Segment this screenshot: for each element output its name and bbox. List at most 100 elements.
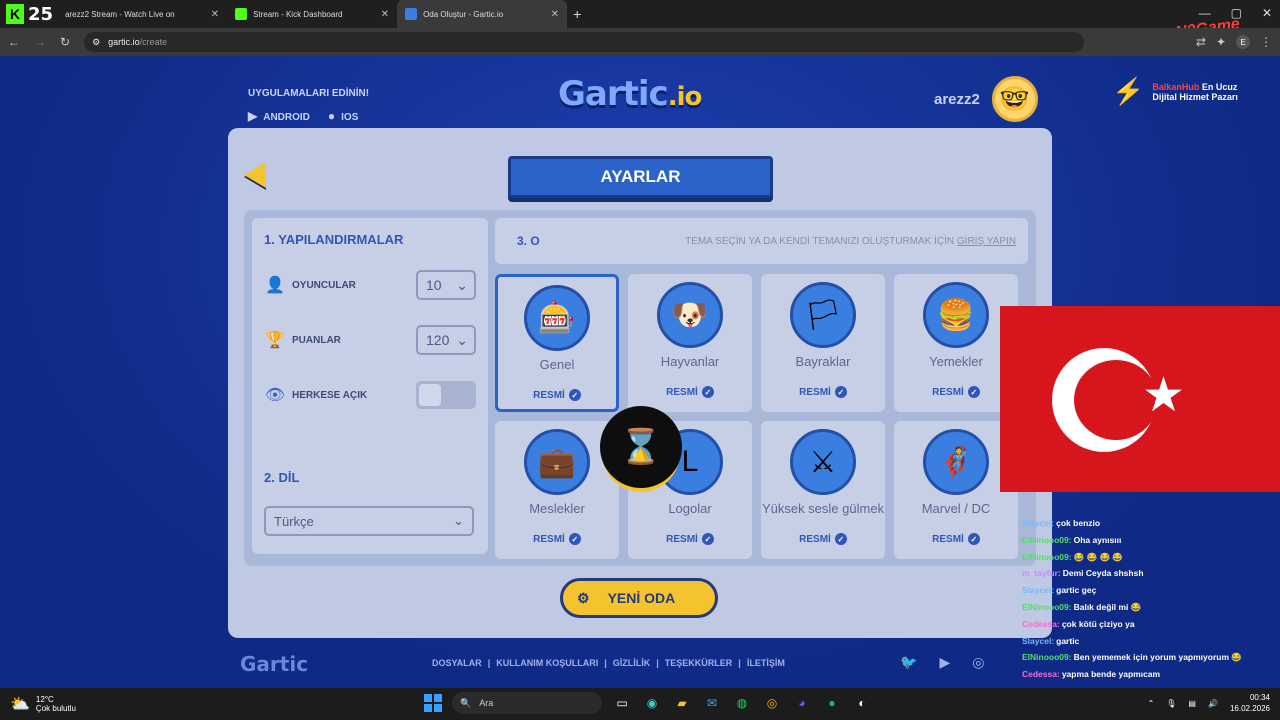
- gartic-logo[interactable]: Gartic.io: [558, 74, 702, 114]
- footer-link[interactable]: DOSYALAR: [432, 658, 482, 668]
- public-toggle[interactable]: [416, 381, 476, 409]
- new-room-button[interactable]: ⚙ YENİ ODA: [560, 578, 718, 618]
- android-link[interactable]: ▶ ANDROID: [248, 109, 310, 123]
- obs-icon[interactable]: ◐: [852, 693, 872, 713]
- players-select[interactable]: 10 ⌄: [416, 270, 476, 300]
- theme-name: Meslekler: [529, 501, 585, 516]
- chat-message: Cedessa: yapma bende yapmıcam: [1022, 669, 1280, 686]
- instagram-icon[interactable]: ◎: [972, 654, 984, 671]
- mail-icon[interactable]: ✉: [702, 693, 722, 713]
- clock[interactable]: 00:34 16.02.2026: [1230, 692, 1270, 714]
- site-info-icon[interactable]: ⚙: [92, 37, 100, 48]
- theme-card[interactable]: 🐶 Hayvanlar RESMİ ✓: [628, 274, 752, 412]
- user-profile[interactable]: arezz2 🤓: [934, 76, 1038, 122]
- tab-title: Stream - Kick Dashboard: [253, 9, 343, 19]
- footer-link[interactable]: KULLANIM KOŞULLARI: [496, 658, 598, 668]
- public-label: HERKESE AÇIK: [292, 389, 368, 401]
- check-icon: ✓: [834, 533, 847, 545]
- theme-card[interactable]: 🎰 Genel RESMİ ✓: [495, 274, 619, 412]
- kick-count: 25: [28, 3, 54, 25]
- chevron-down-icon: ⌄: [456, 331, 468, 348]
- translate-icon[interactable]: ⇄: [1196, 35, 1206, 49]
- clock-time: 00:34: [1249, 693, 1270, 702]
- chat-username: m_tayfur:: [1022, 568, 1061, 579]
- close-tab-icon[interactable]: ✕: [381, 9, 389, 20]
- extensions-icon[interactable]: ✦: [1216, 35, 1226, 49]
- folder-icon[interactable]: ▰: [672, 693, 692, 713]
- play-store-icon: ▶: [248, 109, 258, 123]
- back-icon[interactable]: ←: [8, 35, 20, 49]
- edge-icon[interactable]: ◉: [642, 693, 662, 713]
- forward-icon[interactable]: →: [34, 35, 46, 49]
- weather-widget[interactable]: ⛅ 12°C Çok bulutlu: [10, 694, 76, 714]
- close-tab-icon[interactable]: ✕: [211, 9, 219, 20]
- spotify-icon[interactable]: ●: [822, 693, 842, 713]
- cloud-sun-icon: ⛅: [10, 696, 30, 713]
- discord-icon[interactable]: ◕: [792, 693, 812, 713]
- profile-avatar[interactable]: E: [1236, 35, 1250, 49]
- new-room-label: YENİ ODA: [607, 590, 676, 606]
- chat-username: ElNinooo09:: [1022, 534, 1072, 545]
- chat-text: gartic geç: [1056, 585, 1097, 596]
- check-icon: ✓: [568, 533, 581, 545]
- footer-link[interactable]: TEŞEKKÜRLER: [665, 658, 733, 668]
- chevron-down-icon: ⌄: [456, 276, 468, 293]
- minimize-icon[interactable]: —: [1199, 6, 1211, 20]
- taskview-icon[interactable]: ▭: [612, 693, 632, 713]
- config-title: 1. YAPILANDIRMALAR: [264, 232, 404, 247]
- reload-icon[interactable]: ↻: [60, 35, 70, 49]
- tray-chevron-icon[interactable]: ⌃: [1148, 699, 1155, 708]
- menu-icon[interactable]: ⋮: [1260, 35, 1272, 49]
- slot-machine-icon: 🎰: [524, 285, 590, 351]
- url-field[interactable]: ⚙ gartic.io/create: [84, 32, 1085, 52]
- screen: K 25 arezz2 Stream - Watch Live on ✕ Str…: [0, 0, 1280, 720]
- browser-tab[interactable]: Stream - Kick Dashboard ✕: [227, 0, 397, 28]
- settings-title: AYARLAR: [493, 156, 788, 199]
- chat-text: Ben yememek için yorum yapmıyorum 😂: [1073, 652, 1242, 663]
- theme-card[interactable]: ⚔ Yüksek sesle gülmek RESMİ ✓: [761, 421, 885, 559]
- promo-brand: BalkanHub: [1152, 81, 1200, 92]
- star-icon: ★: [1142, 369, 1186, 422]
- microphone-icon[interactable]: 🎙: [1166, 699, 1176, 708]
- footer-link[interactable]: GİZLİLİK: [613, 658, 651, 668]
- network-icon[interactable]: ▤: [1188, 699, 1196, 708]
- taskbar-search[interactable]: 🔍 Ara: [452, 692, 602, 714]
- official-badge: RESMİ ✓: [666, 386, 714, 398]
- browser-tab-active[interactable]: Oda Oluştur - Gartic.io ✕: [397, 0, 568, 28]
- close-tab-icon[interactable]: ✕: [551, 9, 559, 20]
- browser-tab[interactable]: arezz2 Stream - Watch Live on ✕: [57, 0, 227, 28]
- login-link[interactable]: GİRİŞ YAPIN: [957, 236, 1016, 247]
- footer-link[interactable]: İLETİŞİM: [747, 658, 785, 668]
- promo-line2: Dijital Hizmet Pazarı: [1152, 91, 1238, 102]
- whatsapp-icon[interactable]: ◍: [732, 693, 752, 713]
- apple-icon: ●: [327, 109, 336, 123]
- username: arezz2: [934, 90, 980, 108]
- gear-icon: ⚙: [577, 589, 590, 606]
- windows-start-icon[interactable]: [424, 694, 442, 712]
- ios-link[interactable]: ● IOS: [328, 109, 358, 123]
- chat-username: Slaycel:: [1022, 585, 1055, 596]
- language-select[interactable]: Türkçe ⌄: [264, 506, 474, 536]
- tab-title: Oda Oluştur - Gartic.io: [423, 9, 504, 19]
- footer-logo[interactable]: Gartic: [240, 652, 308, 676]
- points-select[interactable]: 120 ⌄: [416, 325, 476, 355]
- chat-username: Cedessa:: [1022, 669, 1060, 680]
- youtube-icon[interactable]: ▶: [939, 654, 950, 671]
- chat-text: Demi Ceyda shshsh: [1062, 568, 1144, 579]
- volume-icon[interactable]: 🔊: [1208, 699, 1218, 708]
- loading-hourglass-icon: ⌛: [600, 406, 682, 488]
- url-path: /create: [139, 37, 168, 47]
- back-arrow-icon[interactable]: [244, 162, 266, 188]
- user-avatar-icon[interactable]: 🤓: [991, 76, 1038, 122]
- twitter-icon[interactable]: 🐦: [900, 654, 917, 671]
- official-badge: RESMİ ✓: [932, 386, 980, 398]
- check-icon: ✓: [701, 533, 714, 545]
- new-tab-icon[interactable]: +: [573, 6, 581, 22]
- mask-icon: 🦸: [923, 429, 989, 495]
- theme-name: Bayraklar: [795, 354, 851, 369]
- theme-card[interactable]: 🏳 Bayraklar RESMİ ✓: [761, 274, 885, 412]
- chrome-icon[interactable]: ◎: [762, 693, 782, 713]
- settings-panel: AYARLAR 1. YAPILANDIRMALAR 👤 OYUNCULAR 1…: [228, 128, 1052, 638]
- close-window-icon[interactable]: ✕: [1262, 6, 1272, 20]
- search-placeholder: Ara: [479, 698, 494, 708]
